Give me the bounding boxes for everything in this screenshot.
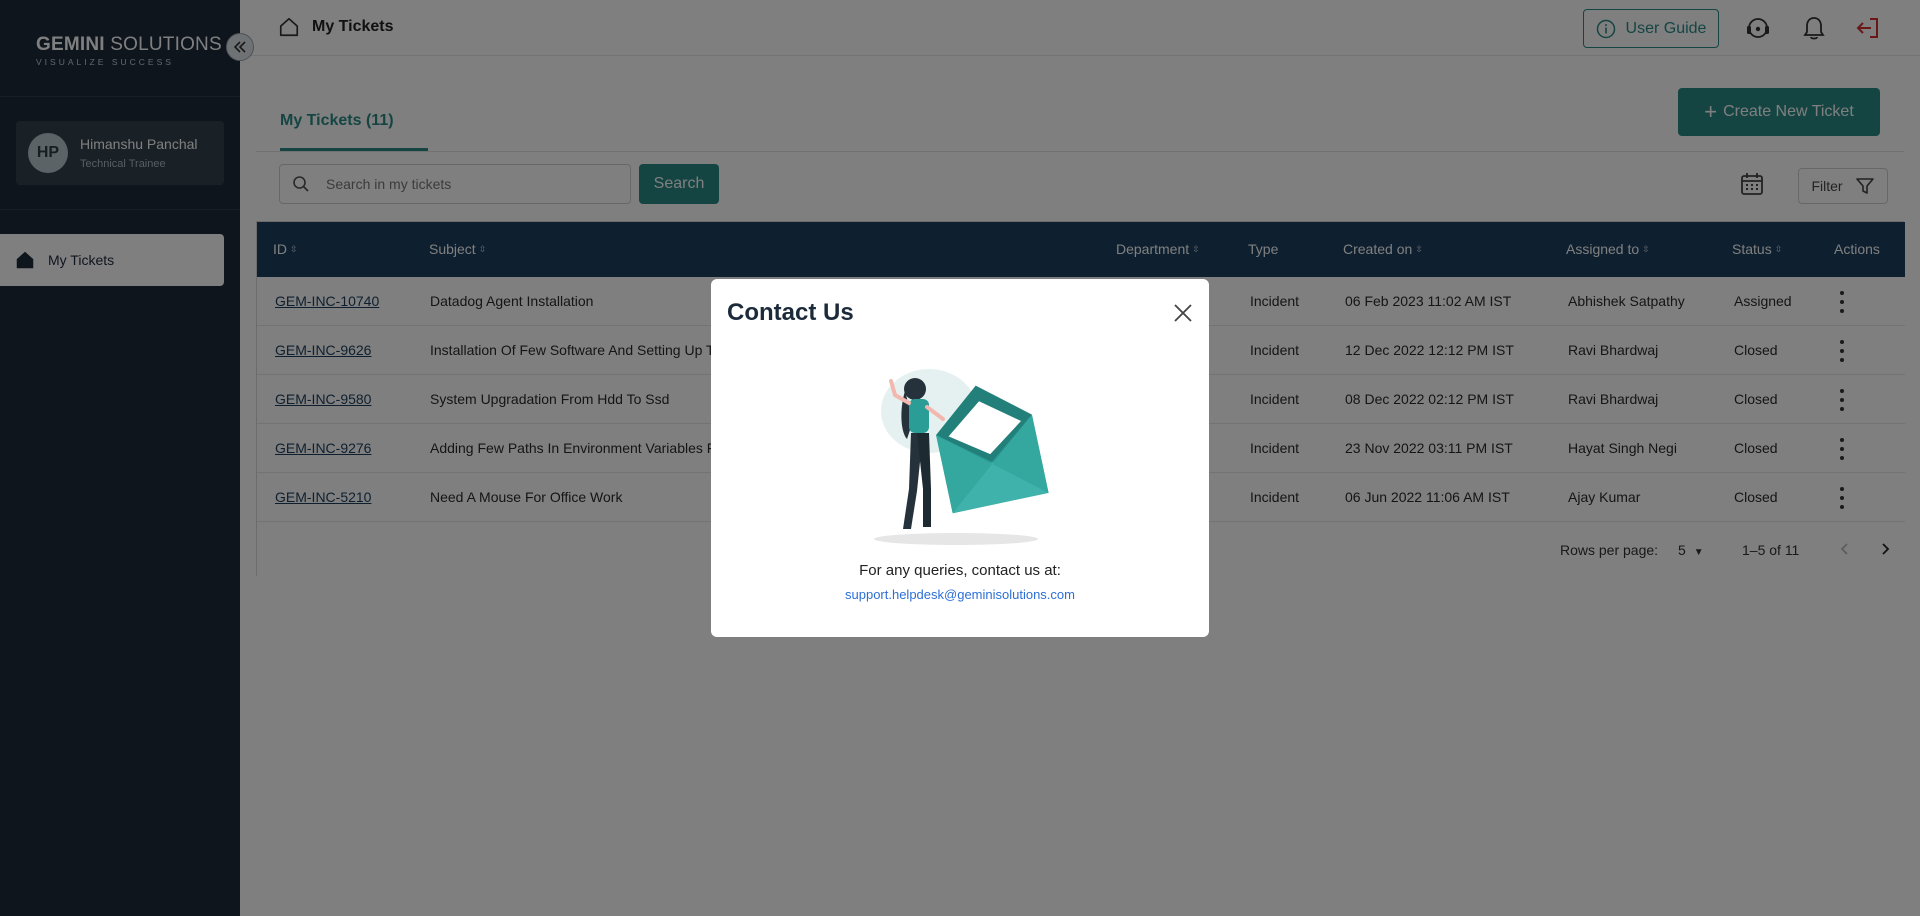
dialog-title: Contact Us xyxy=(727,299,854,326)
envelope-illustration xyxy=(874,369,1049,545)
support-email-link[interactable]: support.helpdesk@geminisolutions.com xyxy=(711,587,1209,602)
close-icon[interactable] xyxy=(1171,301,1195,325)
dialog-message: For any queries, contact us at: xyxy=(859,562,1061,579)
contact-us-dialog: Contact Us For any queries, contact us a… xyxy=(711,279,1209,637)
